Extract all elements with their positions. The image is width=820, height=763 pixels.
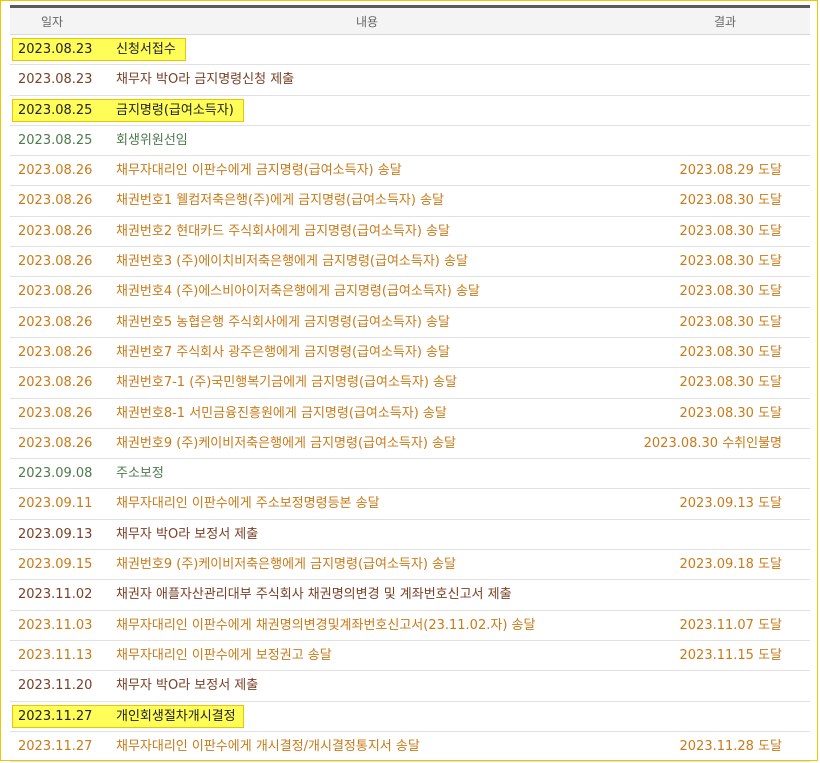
row-date: 2023.08.25 <box>18 102 93 118</box>
row-content: 채무자대리인 이판수에게 개시결정/개시결정통지서 송달 <box>116 738 420 754</box>
row-content: 회생위원선임 <box>116 132 188 148</box>
table-row: 2023.11.20 채무자 박O라 보정서 제출 <box>10 671 810 702</box>
row-date: 2023.08.25 <box>18 132 93 148</box>
table-row: 2023.09.11 채무자대리인 이판수에게 주소보정명령등본 송달 2023.0… <box>10 489 810 520</box>
row-result: 2023.08.30 도달 <box>679 375 783 391</box>
row-result: 2023.08.30 도달 <box>679 405 783 421</box>
table-row: 2023.08.25 금지명령(급여소득자) <box>10 96 810 126</box>
row-content: 주소보정 <box>116 466 164 482</box>
table-row: 2023.09.15 채권번호9 (주)케이비저축은행에게 금지명령(급여소득자)… <box>10 550 810 581</box>
row-date: 2023.08.26 <box>18 405 93 421</box>
row-result: 2023.08.30 도달 <box>679 314 783 330</box>
row-content: 채무자대리인 이판수에게 채권명의변경및계좌번호신고서(23.11.02.자) … <box>116 617 536 633</box>
row-date: 2023.11.02 <box>18 587 93 603</box>
row-date: 2023.08.26 <box>18 375 93 391</box>
row-content: 채권번호5 농협은행 주식회사에게 금지명령(급여소득자) 송달 <box>116 314 450 330</box>
table-row: 2023.08.26 채권번호7-1 (주)국민행복기금에게 금지명령(급여소득자… <box>10 368 810 399</box>
row-date: 2023.08.26 <box>18 193 93 209</box>
row-result: 2023.08.30 도달 <box>679 284 783 300</box>
row-content: 채권자 애플자산관리대부 주식회사 채권명의변경 및 계좌번호신고서 제출 <box>116 587 512 603</box>
row-content: 채무자대리인 이판수에게 금지명령(급여소득자) 송달 <box>116 163 402 179</box>
row-date: 2023.08.26 <box>18 435 93 451</box>
row-content: 채권번호3 (주)에이치비저축은행에게 금지명령(급여소득자) 송달 <box>116 254 468 270</box>
table-row: 2023.08.23 신청서접수 <box>10 35 810 66</box>
case-progress-table: 일자 내용 결과 2023.08.23 신청서접수 2023.08.23 채무자 박O… <box>10 5 810 763</box>
row-date: 2023.08.23 <box>18 72 93 88</box>
row-date: 2023.08.26 <box>18 344 93 360</box>
table-row: 2023.11.27 채무자대리인 이판수에게 개시결정/개시결정통지서 송달 20… <box>10 732 810 763</box>
table-body: 2023.08.23 신청서접수 2023.08.23 채무자 박O라 금지명령신청 … <box>10 35 810 763</box>
table-row: 2023.11.02 채권자 애플자산관리대부 주식회사 채권명의변경 및 계좌번… <box>10 580 810 611</box>
row-date: 2023.09.15 <box>18 557 93 573</box>
table-row: 2023.08.25 회생위원선임 <box>10 126 810 157</box>
table-row: 2023.08.26 채권번호7 주식회사 광주은행에게 금지명령(급여소득자) … <box>10 338 810 369</box>
row-result: 2023.09.18 도달 <box>679 557 783 573</box>
row-date: 2023.11.03 <box>18 617 93 633</box>
row-date: 2023.11.27 <box>18 708 93 724</box>
row-content: 채권번호2 현대카드 주식회사에게 금지명령(급여소득자) 송달 <box>116 223 450 239</box>
row-date: 2023.08.26 <box>18 163 93 179</box>
table-row: 2023.08.26 채권번호8-1 서민금융진흥원에게 금지명령(급여소득자) … <box>10 399 810 429</box>
row-content: 개인회생절차개시결정 <box>116 708 236 724</box>
table-row: 2023.08.26 채권번호9 (주)케이비저축은행에게 금지명령(급여소득자)… <box>10 429 810 460</box>
row-content: 채권번호9 (주)케이비저축은행에게 금지명령(급여소득자) 송달 <box>116 557 456 573</box>
table-row: 2023.08.26 채무자대리인 이판수에게 금지명령(급여소득자) 송달 202… <box>10 156 810 187</box>
table-row: 2023.11.27 개인회생절차개시결정 <box>10 702 810 732</box>
table-row: 2023.08.23 채무자 박O라 금지명령신청 제출 <box>10 65 810 96</box>
row-content: 채권번호1 웰컴저축은행(주)에게 금지명령(급여소득자) 송달 <box>116 193 444 209</box>
row-content: 채권번호7-1 (주)국민행복기금에게 금지명령(급여소득자) 송달 <box>116 375 457 391</box>
table-header: 일자 내용 결과 <box>10 5 810 35</box>
row-content: 채무자 박O라 보정서 제출 <box>116 678 259 694</box>
table-row: 2023.11.03 채무자대리인 이판수에게 채권명의변경및계좌번호신고서(23… <box>10 611 810 641</box>
row-result: 2023.08.30 도달 <box>679 344 783 360</box>
row-content: 채권번호8-1 서민금융진흥원에게 금지명령(급여소득자) 송달 <box>116 405 447 421</box>
row-date: 2023.11.27 <box>18 738 93 754</box>
row-date: 2023.11.20 <box>18 678 93 694</box>
row-date: 2023.09.13 <box>18 526 93 542</box>
header-result: 결과 <box>713 14 737 29</box>
row-content: 채권번호7 주식회사 광주은행에게 금지명령(급여소득자) 송달 <box>116 344 450 360</box>
row-content: 채권번호9 (주)케이비저축은행에게 금지명령(급여소득자) 송달 <box>116 435 456 451</box>
row-content: 금지명령(급여소득자) <box>116 102 234 118</box>
table-row: 2023.08.26 채권번호5 농협은행 주식회사에게 금지명령(급여소득자) … <box>10 308 810 338</box>
row-date: 2023.08.26 <box>18 223 93 239</box>
table-row: 2023.08.26 채권번호1 웰컴저축은행(주)에게 금지명령(급여소득자) … <box>10 186 810 217</box>
row-content: 채무자 박O라 보정서 제출 <box>116 526 259 542</box>
row-date: 2023.09.08 <box>18 466 93 482</box>
row-content: 채무자대리인 이판수에게 주소보정명령등본 송달 <box>116 496 380 512</box>
table-row: 2023.09.08 주소보정 <box>10 459 810 490</box>
row-content: 채무자 박O라 금지명령신청 제출 <box>116 72 295 88</box>
row-result: 2023.09.13 도달 <box>679 496 783 512</box>
row-date: 2023.08.23 <box>18 42 93 57</box>
row-result: 2023.11.07 도달 <box>679 617 783 633</box>
row-date: 2023.08.26 <box>18 284 93 300</box>
row-result: 2023.08.30 도달 <box>679 254 783 270</box>
header-date: 일자 <box>40 14 64 29</box>
table-row: 2023.08.26 채권번호2 현대카드 주식회사에게 금지명령(급여소득자) … <box>10 217 810 248</box>
table-row: 2023.09.13 채무자 박O라 보정서 제출 <box>10 520 810 551</box>
row-content: 채무자대리인 이판수에게 보정권고 송달 <box>116 647 332 663</box>
table-row: 2023.11.13 채무자대리인 이판수에게 보정권고 송달 2023.11.15… <box>10 641 810 672</box>
row-content: 신청서접수 <box>116 42 176 57</box>
row-result: 2023.11.15 도달 <box>679 647 783 663</box>
row-content: 채권번호4 (주)에스비아이저축은행에게 금지명령(급여소득자) 송달 <box>116 284 480 300</box>
row-date: 2023.08.26 <box>18 314 93 330</box>
row-result: 2023.08.29 도달 <box>679 163 783 179</box>
header-content: 내용 <box>355 14 379 29</box>
row-result: 2023.08.30 도달 <box>679 193 783 209</box>
row-result: 2023.08.30 수취인불명 <box>643 435 782 451</box>
row-result: 2023.08.30 도달 <box>679 223 783 239</box>
row-date: 2023.08.26 <box>18 254 93 270</box>
row-result: 2023.11.28 도달 <box>679 738 783 754</box>
table-row: 2023.08.26 채권번호3 (주)에이치비저축은행에게 금지명령(급여소득자… <box>10 247 810 278</box>
row-date: 2023.09.11 <box>18 496 93 512</box>
row-date: 2023.11.13 <box>18 647 93 663</box>
table-row: 2023.08.26 채권번호4 (주)에스비아이저축은행에게 금지명령(급여소득… <box>10 277 810 308</box>
